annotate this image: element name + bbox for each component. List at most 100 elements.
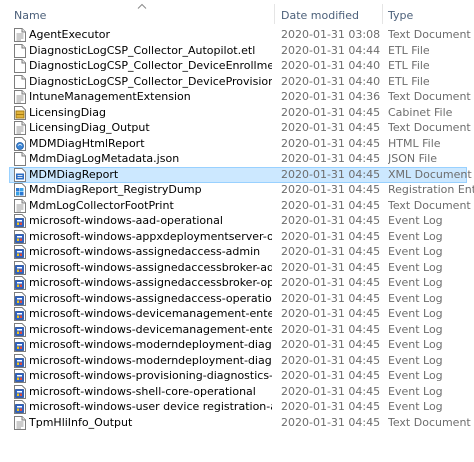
file-name[interactable]: microsoft-windows-aad-operational (29, 213, 272, 229)
file-row[interactable]: MdmDiagLogMetadata.json 2020-01-31 04:45 J… (0, 151, 474, 167)
file-type: Text Document (388, 198, 471, 212)
file-row[interactable]: microsoft-windows-user device registrati… (0, 399, 474, 415)
file-row[interactable]: microsoft-windows-moderndeployment-diagn… (0, 337, 474, 353)
file-name[interactable]: MDMDiagHtmlReport (29, 136, 272, 152)
file-explorer-details-view: Name Date modified Type AgentExecutor 202… (0, 0, 474, 462)
file-date-modified: 2020-01-31 04:45 (281, 291, 381, 305)
file-name[interactable]: microsoft-windows-moderndeployment-diagn… (29, 337, 272, 353)
file-name[interactable]: microsoft-windows-moderndeployment-diagn… (29, 353, 272, 369)
file-name[interactable]: IntuneManagementExtension (29, 89, 272, 105)
event-log-icon (14, 245, 26, 259)
file-date-modified: 2020-01-31 04:45 (281, 167, 381, 181)
blank-file-icon (14, 152, 26, 166)
file-name[interactable]: microsoft-windows-shell-core-operational (29, 384, 272, 400)
cabinet-file-icon (14, 105, 26, 120)
file-row[interactable]: microsoft-windows-devicemanagement-enter… (0, 306, 474, 322)
registry-file-icon (14, 183, 26, 197)
column-header-date-modified[interactable]: Date modified (281, 8, 381, 24)
event-log-icon (14, 276, 26, 290)
file-type: Text Document (388, 415, 471, 429)
column-divider[interactable] (382, 4, 383, 24)
file-row[interactable]: microsoft-windows-assignedaccessbroker-o… (0, 275, 474, 291)
file-name[interactable]: microsoft-windows-user device registrati… (29, 399, 272, 415)
file-type: Text Document (388, 28, 471, 41)
file-row[interactable]: microsoft-windows-assignedaccessbroker-a… (0, 260, 474, 276)
file-row[interactable]: microsoft-windows-devicemanagement-enter… (0, 322, 474, 338)
file-row[interactable]: microsoft-windows-appxdeploymentserver-o… (0, 229, 474, 245)
file-row[interactable]: LicensingDiag_Output 2020-01-31 04:45 Text… (0, 120, 474, 136)
file-row[interactable]: microsoft-windows-provisioning-diagnosti… (0, 368, 474, 384)
file-row[interactable]: microsoft-windows-shell-core-operational… (0, 384, 474, 400)
text-document-icon (14, 121, 26, 135)
file-row[interactable]: DiagnosticLogCSP_Collector_Autopilot.etl… (0, 43, 474, 59)
file-name[interactable]: LicensingDiag (29, 105, 272, 121)
column-header-name[interactable]: Name (14, 8, 272, 24)
file-date-modified: 2020-01-31 04:45 (281, 121, 381, 134)
text-document-icon (14, 28, 26, 42)
column-header-type[interactable]: Type (388, 8, 474, 24)
file-row[interactable]: MDMDiagHtmlReport 2020-01-31 04:45 HTML Fi… (0, 136, 474, 152)
file-row[interactable]: microsoft-windows-aad-operational 2020-01… (0, 213, 474, 229)
file-row[interactable]: microsoft-windows-assignedaccess-admin 20… (0, 244, 474, 260)
file-row[interactable]: DiagnosticLogCSP_Collector_DeviceEnrollm… (0, 58, 474, 74)
file-name[interactable]: microsoft-windows-assignedaccessbroker-o… (29, 275, 272, 291)
file-name[interactable]: DiagnosticLogCSP_Collector_DeviceEnrollm… (29, 58, 272, 74)
file-name[interactable]: MdmDiagLogMetadata.json (29, 151, 272, 167)
event-log-icon (14, 338, 26, 352)
file-row[interactable]: microsoft-windows-assignedaccess-operati… (0, 291, 474, 307)
file-type: Event Log (388, 400, 443, 413)
file-name[interactable]: MDMDiagReport (29, 167, 272, 183)
file-row-selected[interactable]: MDMDiagReport 2020-01-31 04:45 XML Documen… (0, 166, 474, 183)
html-file-icon (14, 136, 26, 151)
file-row[interactable]: IntuneManagementExtension 2020-01-31 04:3… (0, 89, 474, 105)
file-type: Event Log (388, 260, 443, 274)
file-type: Event Log (388, 307, 443, 320)
event-log-icon (14, 353, 26, 368)
file-name[interactable]: microsoft-windows-devicemanagement-enter… (29, 306, 272, 322)
file-name[interactable]: LicensingDiag_Output (29, 120, 272, 136)
file-date-modified: 2020-01-31 04:45 (281, 260, 381, 274)
file-name[interactable]: AgentExecutor (29, 27, 272, 43)
blank-file-icon (14, 43, 26, 58)
file-name[interactable]: DiagnosticLogCSP_Collector_DeviceProvisi… (29, 74, 272, 90)
file-name[interactable]: microsoft-windows-appxdeploymentserver-o… (29, 229, 272, 245)
file-row[interactable]: AgentExecutor 2020-01-31 03:08 Text Docume… (0, 27, 474, 43)
file-name[interactable]: microsoft-windows-assignedaccessbroker-a… (29, 260, 272, 276)
file-type: Event Log (388, 353, 443, 367)
file-date-modified: 2020-01-31 04:45 (281, 152, 381, 165)
event-log-icon (14, 369, 26, 383)
file-type: JSON File (388, 152, 438, 165)
sort-ascending-icon[interactable] (137, 0, 147, 9)
file-name[interactable]: microsoft-windows-assignedaccess-admin (29, 244, 272, 260)
file-date-modified: 2020-01-31 04:45 (281, 245, 381, 258)
file-type: ETL File (388, 59, 430, 72)
file-name[interactable]: DiagnosticLogCSP_Collector_Autopilot.etl (29, 43, 272, 59)
file-date-modified: 2020-01-31 04:44 (281, 43, 381, 57)
file-row[interactable]: MdmLogCollectorFootPrint 2020-01-31 04:45… (0, 198, 474, 214)
file-name[interactable]: microsoft-windows-assignedaccess-operati… (29, 291, 272, 307)
file-name[interactable]: MdmDiagReport_RegistryDump (29, 182, 272, 198)
file-row[interactable]: MdmDiagReport_RegistryDump 2020-01-31 04:… (0, 182, 474, 198)
file-name[interactable]: microsoft-windows-provisioning-diagnosti… (29, 368, 272, 384)
file-row[interactable]: microsoft-windows-moderndeployment-diagn… (0, 353, 474, 369)
event-log-icon (14, 384, 26, 399)
file-row[interactable]: LicensingDiag 2020-01-31 04:45 Cabinet Fil… (0, 105, 474, 121)
event-log-icon (14, 322, 26, 337)
event-log-icon (14, 229, 26, 244)
file-type: ETL File (388, 74, 430, 88)
file-name[interactable]: TpmHliInfo_Output (29, 415, 272, 431)
text-document-icon (14, 198, 26, 213)
blank-file-icon (14, 74, 26, 89)
column-divider[interactable] (274, 4, 275, 24)
file-type: Text Document (388, 121, 471, 134)
file-row[interactable]: TpmHliInfo_Output 2020-01-31 04:45 Text Do… (0, 415, 474, 431)
file-type: Event Log (388, 229, 443, 243)
file-date-modified: 2020-01-31 04:40 (281, 74, 381, 88)
file-name[interactable]: MdmLogCollectorFootPrint (29, 198, 272, 214)
file-name[interactable]: microsoft-windows-devicemanagement-enter… (29, 322, 272, 338)
file-type: Event Log (388, 384, 443, 398)
file-type: ETL File (388, 43, 430, 57)
file-type: Event Log (388, 322, 443, 336)
file-type: Event Log (388, 369, 443, 382)
file-row[interactable]: DiagnosticLogCSP_Collector_DeviceProvisi… (0, 74, 474, 90)
